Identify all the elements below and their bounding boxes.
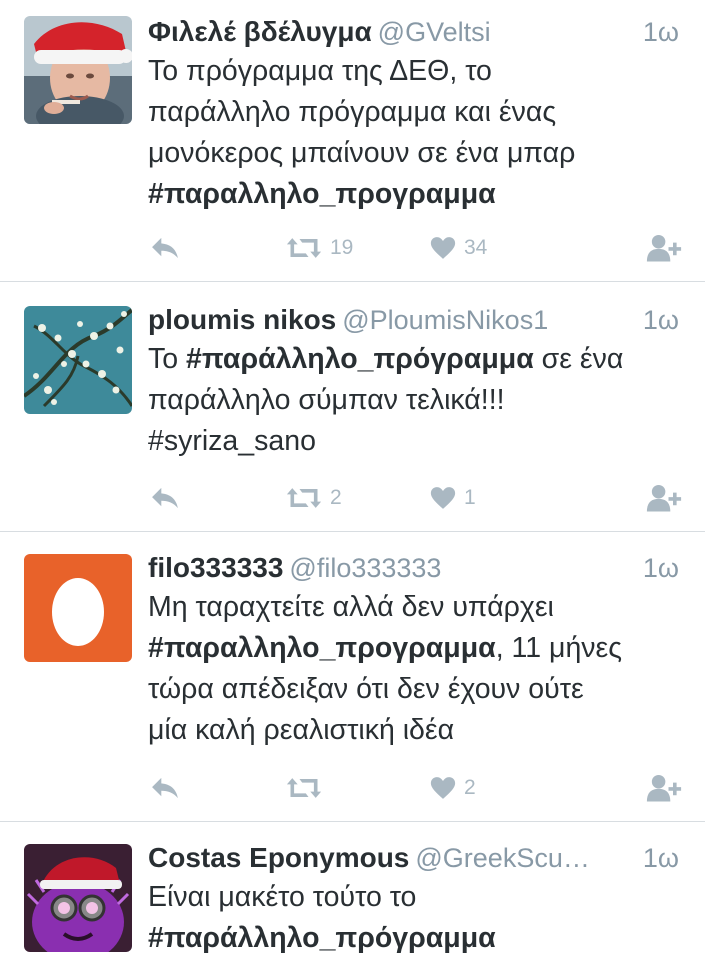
reply-button[interactable] [150,478,180,518]
display-name[interactable]: Φιλελέ βδέλυγμα [148,16,372,47]
tweet[interactable]: ploumis nikos @PloumisNikos1 1ω Το #παράλ… [0,282,705,532]
tweet-text-line: Μη ταραχτείτε αλλά δεν υπάρχει [148,587,679,628]
retweet-count: 2 [330,486,342,509]
tweet-header: Φιλελέ βδέλυγμα @GVeltsi 1ω [148,14,679,50]
tweet-actions: 2 1 [0,478,705,518]
tweet-text: Μη ταραχτείτε αλλά δεν υπάρχει #παραλληλο… [148,587,679,751]
like-count: 1 [464,486,476,509]
tweet-text-segment: μονόκερος μπαίνουν σε ένα μπαρ [148,137,576,169]
tweet-text-segment: σε ένα [533,343,624,375]
tweet-header: filo333333 @filo333333 1ω [148,550,679,586]
hashtag-link[interactable]: #παραλληλο_προγραμμα [148,632,496,664]
reply-icon [150,486,180,510]
reply-button[interactable] [150,768,180,808]
display-name[interactable]: ploumis nikos [148,304,336,335]
tweet-text-segment: παράλληλο πρόγραμμα και ένας [148,96,557,128]
heart-icon [430,236,456,260]
tweet-text: Το #παράλληλο_πρόγραμμα σε ένα παράλληλο … [148,339,679,462]
user-handle[interactable]: @GVeltsi [378,17,491,47]
tweet-text-line: παράλληλο σύμπαν τελικά!!! [148,380,679,421]
tweet-text-segment: μία καλή ρεαλιστική ιδέα [148,714,455,746]
retweet-icon [286,236,322,260]
hashtag-link[interactable]: #παράλληλο_πρόγραμμα [148,922,496,954]
like-count: 34 [464,236,488,259]
tweet-header: ploumis nikos @PloumisNikos1 1ω [148,302,679,338]
hashtag-link[interactable]: #παράλληλο_πρόγραμμα [186,343,534,375]
tweet[interactable]: Φιλελέ βδέλυγμα @GVeltsi 1ω Το πρόγραμμα … [0,0,705,282]
tweet[interactable]: filo333333 @filo333333 1ω Μη ταραχτείτε α… [0,532,705,822]
tweet-text-line: #παραλληλο_προγραμμα, 11 μήνες [148,628,679,669]
egg-avatar[interactable] [24,554,132,662]
heart-icon [430,776,456,800]
retweet-count: 19 [330,236,354,259]
like-button[interactable]: 1 [430,478,476,518]
timestamp[interactable]: 1ω [643,550,679,586]
follow-button[interactable] [646,768,682,808]
user-handle[interactable]: @filo333333 [289,553,441,583]
user-handle[interactable]: @PloumisNikos1 [342,305,548,335]
reply-icon [150,236,180,260]
timestamp[interactable]: 1ω [643,14,679,50]
tweet-text-line: μία καλή ρεαλιστική ιδέα [148,710,679,751]
tweet-text-line: Το πρόγραμμα της ΔΕΘ, το [148,51,679,92]
display-name[interactable]: Costas Eponymous [148,842,409,873]
tweet-text-line: #παραλληλο_προγραμμα [148,174,679,215]
tweet-text-line: Το #παράλληλο_πρόγραμμα σε ένα [148,339,679,380]
tweet-text-segment: , 11 μήνες [495,632,622,664]
tweet-header: Costas Eponymous @GreekScu… 1ω [148,840,679,876]
timestamp[interactable]: 1ω [643,840,679,876]
follow-icon [646,483,682,513]
timestamp[interactable]: 1ω [643,302,679,338]
tweet-text-line: #παράλληλο_πρόγραμμα [148,918,679,959]
tweet-text-segment: Είναι μακέτο τούτο το [148,881,417,913]
tweet-text-line: παράλληλο πρόγραμμα και ένας [148,92,679,133]
tweet-actions: 2 [0,768,705,808]
tweet-text-segment: Το [148,343,187,375]
santa-hat-avatar[interactable] [24,16,132,124]
purple-minion-avatar[interactable] [24,844,132,952]
tweet-text-segment: Μη ταραχτείτε αλλά δεν υπάρχει [148,591,554,623]
tweet-text-segment: παράλληλο σύμπαν τελικά!!! [148,384,505,416]
follow-icon [646,233,682,263]
tweet-text-line: τώρα απέδειξαν ότι δεν έχουν ούτε [148,669,679,710]
almond-blossom-avatar[interactable] [24,306,132,414]
retweet-button[interactable]: 19 [286,228,353,268]
tweet-text: Είναι μακέτο τούτο το #παράλληλο_πρόγραμμ… [148,877,679,959]
reply-button[interactable] [150,228,180,268]
tweet-text-segment: #syriza_sano [148,425,316,457]
user-handle[interactable]: @GreekScu… [415,843,589,873]
retweet-icon [286,486,322,510]
like-button[interactable]: 2 [430,768,476,808]
heart-icon [430,486,456,510]
tweet[interactable]: Costas Eponymous @GreekScu… 1ω Είναι μακέ… [0,822,705,960]
like-button[interactable]: 34 [430,228,487,268]
retweet-button[interactable] [286,768,330,808]
hashtag-link[interactable]: #παραλληλο_προγραμμα [148,178,496,210]
tweet-text-line: μονόκερος μπαίνουν σε ένα μπαρ [148,133,679,174]
tweet-actions: 19 34 [0,228,705,268]
tweet-text: Το πρόγραμμα της ΔΕΘ, το παράλληλο πρόγρα… [148,51,679,215]
tweet-text-line: #syriza_sano [148,421,679,462]
tweet-text-segment: Το πρόγραμμα της ΔΕΘ, το [148,55,492,87]
display-name[interactable]: filo333333 [148,552,283,583]
retweet-button[interactable]: 2 [286,478,342,518]
like-count: 2 [464,776,476,799]
timeline: Φιλελέ βδέλυγμα @GVeltsi 1ω Το πρόγραμμα … [0,0,705,960]
tweet-text-line: Είναι μακέτο τούτο το [148,877,679,918]
retweet-icon [286,776,322,800]
tweet-text-segment: τώρα απέδειξαν ότι δεν έχουν ούτε [148,673,584,705]
follow-button[interactable] [646,228,682,268]
follow-icon [646,773,682,803]
follow-button[interactable] [646,478,682,518]
reply-icon [150,776,180,800]
